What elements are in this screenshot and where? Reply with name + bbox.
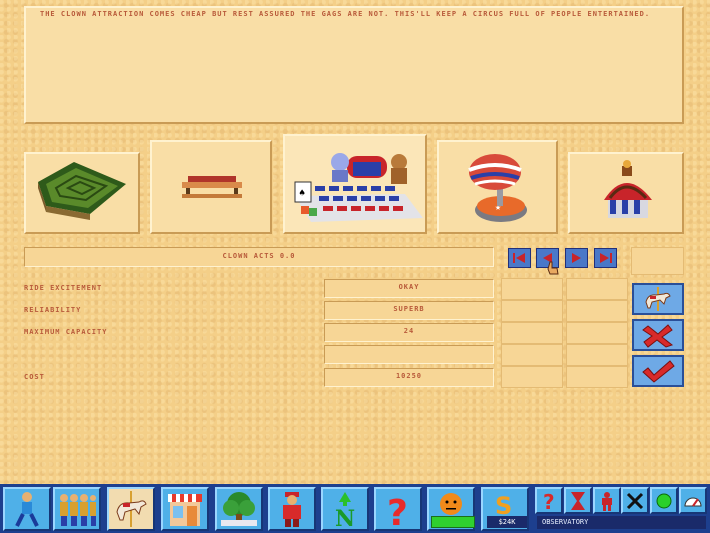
description-panel (24, 6, 684, 124)
grid-slot (566, 344, 628, 366)
carousel-item-clown-acts[interactable]: ♠ (283, 134, 427, 234)
speed-gauge-icon (684, 497, 702, 507)
tools-button[interactable] (621, 487, 649, 514)
tools-icon (626, 492, 644, 509)
stat-label-excitement: RIDE EXCITEMENT (24, 284, 103, 292)
observatory-icon (604, 160, 652, 218)
scenery-button[interactable] (215, 487, 263, 531)
scenery-icon (221, 492, 257, 526)
last-icon (600, 253, 612, 263)
grid-slot (566, 322, 628, 344)
shops-button[interactable] (161, 487, 209, 531)
status-bar: OBSERVATORY (537, 516, 706, 529)
stat-value-field-empty (324, 345, 494, 364)
stat-value-cost: 10250 (395, 372, 423, 380)
stat-label-cost: COST (24, 373, 45, 381)
money-readout: $24K (487, 516, 527, 528)
staff-icon (60, 494, 96, 526)
staff-button[interactable] (53, 487, 101, 531)
cancel-x-icon (642, 324, 674, 348)
last-button[interactable] (594, 248, 617, 268)
svg-text:N: N (335, 506, 355, 528)
stat-value-capacity: 24 (403, 327, 415, 335)
visitor-icon (15, 492, 39, 527)
grid-slot (501, 300, 563, 322)
first-button[interactable] (508, 248, 531, 268)
stat-value-excitement: OKAY (398, 283, 420, 291)
info-button[interactable]: ? (535, 487, 563, 514)
view-ride-button[interactable] (632, 283, 684, 315)
hand-cursor-icon (547, 261, 559, 275)
person-icon (602, 491, 612, 511)
grid-slot (566, 300, 628, 322)
stat-label-capacity: MAXIMUM CAPACITY (24, 328, 108, 336)
hourglass-icon (571, 491, 585, 510)
grid-slot (501, 278, 563, 300)
grid-slot (566, 278, 628, 300)
help-icon: ? (387, 493, 408, 528)
shops-icon (168, 494, 202, 526)
carousel-item-bench[interactable] (150, 140, 272, 234)
visitors-button[interactable] (3, 487, 51, 531)
confirm-button[interactable] (632, 355, 684, 387)
svg-text:?: ? (543, 491, 555, 511)
green-light-icon (656, 493, 672, 508)
rides-button[interactable] (107, 487, 155, 531)
description-text: THE CLOWN ATTRACTION COMES CHEAP BUT RES… (40, 10, 651, 18)
carousel-horse-icon (645, 287, 671, 311)
cancel-button[interactable] (632, 319, 684, 351)
time-button[interactable] (564, 487, 592, 514)
grid-slot (501, 366, 563, 388)
next-button[interactable] (565, 248, 588, 268)
speed-button[interactable] (679, 487, 707, 514)
spinning-top-icon: ★ (468, 154, 527, 222)
grid-slot (631, 247, 684, 275)
rides-icon (116, 491, 147, 527)
svg-text:?: ? (387, 493, 408, 528)
stat-value-reliability: SUPERB (393, 305, 425, 313)
hedge-maze-icon (38, 162, 126, 220)
grid-slot (501, 344, 563, 366)
help-button[interactable]: ? (374, 487, 422, 531)
map-north-icon: N (335, 492, 355, 528)
bench-icon (182, 176, 242, 198)
stat-label-reliability: RELIABILITY (24, 306, 82, 314)
svg-text:♠: ♠ (299, 188, 305, 199)
carousel-item-maze[interactable] (24, 152, 140, 234)
security-guard-icon (283, 492, 301, 527)
confirm-check-icon (642, 360, 675, 383)
status-light-button[interactable] (650, 487, 678, 514)
people-button[interactable] (593, 487, 621, 514)
question-icon: ? (543, 491, 555, 511)
happiness-bar (431, 516, 475, 528)
map-button[interactable]: N (321, 487, 369, 531)
grid-slot (501, 322, 563, 344)
first-icon (513, 253, 525, 263)
clown-acts-icon: ♠ (294, 153, 423, 222)
security-button[interactable] (268, 487, 316, 531)
carousel-item-observatory[interactable] (568, 152, 684, 234)
grid-slot (566, 366, 628, 388)
next-icon (572, 253, 581, 263)
carousel-item-spinning-top[interactable]: ★ (437, 140, 558, 234)
ride-name-text: CLOWN ACTS 0.0 (222, 252, 296, 260)
